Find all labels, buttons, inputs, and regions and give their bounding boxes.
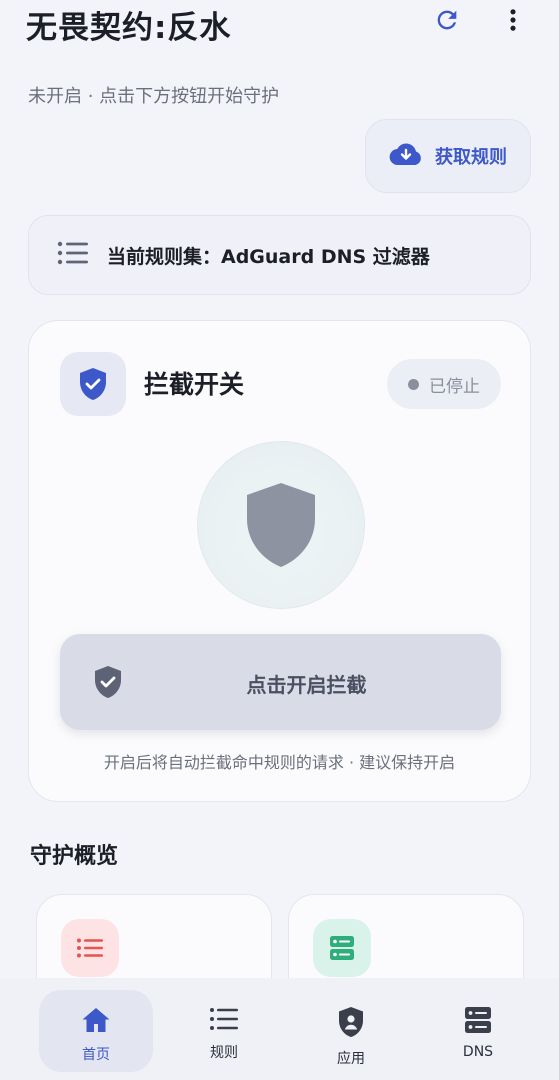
intercept-card: 拦截开关 已停止 点击开启拦截 开启后将自动拦截命中规则的请求 · 建议保持开启 — [28, 320, 531, 802]
intercept-hint: 开启后将自动拦截命中规则的请求 · 建议保持开启 — [103, 753, 456, 772]
list-icon — [57, 240, 89, 270]
status-dot — [408, 378, 419, 390]
start-intercept-label: 点击开启拦截 — [246, 673, 367, 697]
start-intercept-button[interactable]: 点击开启拦截 — [60, 634, 501, 730]
nav-home-label: 首页 — [82, 1047, 110, 1063]
server-icon — [464, 1006, 492, 1038]
nav-apps[interactable]: 应用 — [294, 990, 408, 1072]
status-subtitle: 未开启 · 点击下方按钮开始守护 — [28, 86, 280, 107]
app-title: 无畏契约:反水 — [26, 10, 232, 46]
current-ruleset-card[interactable]: 当前规则集：AdGuard DNS 过滤器 — [28, 215, 531, 295]
nav-dns[interactable]: DNS — [421, 990, 535, 1072]
shield-icon — [247, 483, 315, 567]
fetch-rules-button[interactable]: 获取规则 — [365, 119, 531, 193]
nav-rules-label: 规则 — [210, 1045, 238, 1061]
refresh-icon[interactable] — [431, 4, 463, 36]
cloud-download-icon — [389, 141, 423, 171]
nav-rules[interactable]: 规则 — [167, 990, 281, 1072]
shield-user-icon — [337, 1006, 365, 1042]
shield-status-circle[interactable] — [197, 441, 365, 609]
list-icon — [61, 919, 119, 977]
intercept-title: 拦截开关 — [144, 370, 245, 399]
nav-apps-label: 应用 — [337, 1051, 365, 1067]
fetch-rules-label: 获取规则 — [435, 147, 507, 168]
server-icon — [313, 919, 371, 977]
nav-home[interactable]: 首页 — [39, 990, 153, 1072]
nav-dns-label: DNS — [462, 1044, 494, 1060]
home-icon — [81, 1006, 111, 1038]
list-icon — [209, 1006, 239, 1036]
bottom-nav: 首页 规则 应用 DNS — [0, 978, 559, 1080]
current-ruleset-text: 当前规则集：AdGuard DNS 过滤器 — [107, 245, 430, 268]
status-text: 已停止 — [429, 376, 480, 397]
home-screen: 无畏契约:反水 未开启 · 点击下方按钮开始守护 获取规则 当前规则集：AdGu… — [0, 0, 559, 1080]
overview-title: 守护概览 — [30, 844, 119, 869]
shield-check-icon — [60, 352, 126, 416]
more-vertical-icon[interactable] — [497, 4, 529, 36]
status-badge: 已停止 — [387, 359, 501, 409]
